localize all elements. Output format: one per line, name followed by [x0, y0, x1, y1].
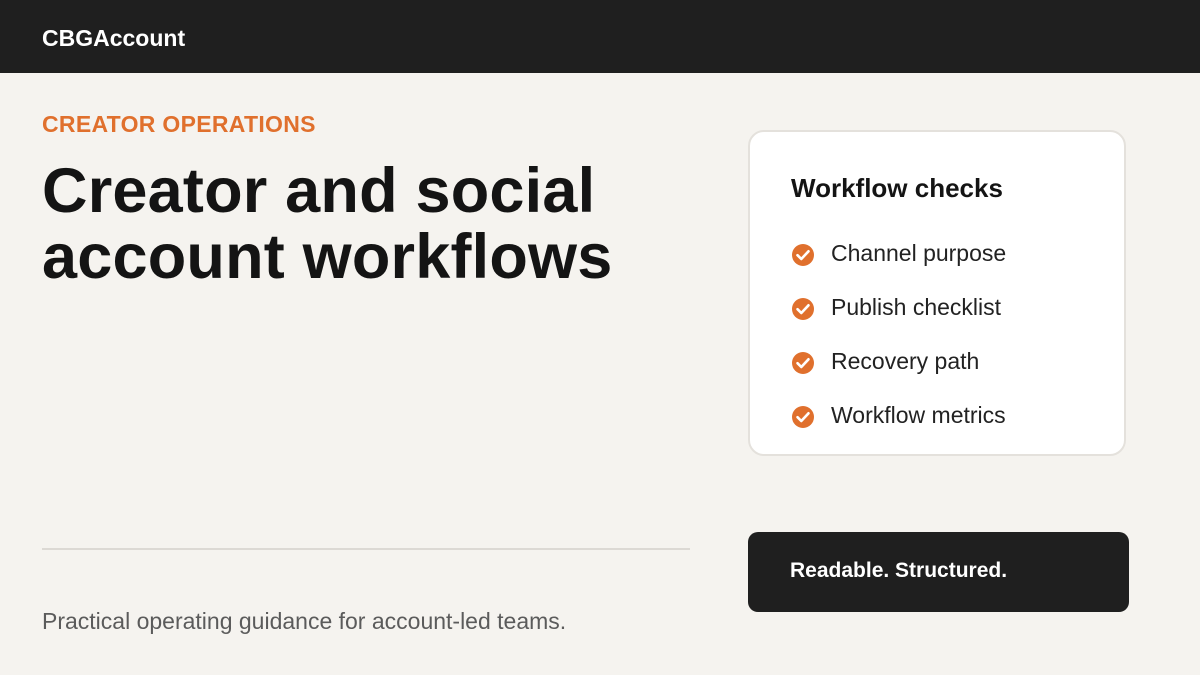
check-circle-icon	[791, 297, 815, 321]
check-circle-icon	[791, 351, 815, 375]
page-title-line-2: account workflows	[42, 222, 613, 292]
check-label: Channel purpose	[831, 240, 1007, 266]
page-title: Creator and social account workflows	[42, 158, 702, 290]
list-item: Recovery path	[791, 334, 1006, 388]
list-item: Publish checklist	[791, 280, 1006, 334]
page-tagline: Practical operating guidance for account…	[42, 608, 567, 634]
summary-banner: Readable. Structured.	[748, 532, 1129, 612]
check-circle-icon	[791, 405, 815, 429]
card-title: Workflow checks	[791, 173, 1003, 203]
section-eyebrow: CREATOR OPERATIONS	[42, 111, 316, 137]
check-circle-icon	[791, 243, 815, 267]
workflow-checks-card: Workflow checks Channel purpose Publish …	[748, 130, 1126, 456]
check-label: Publish checklist	[831, 294, 1002, 320]
check-label: Recovery path	[831, 348, 980, 374]
section-divider	[42, 548, 690, 550]
page-title-line-1: Creator and social	[42, 156, 596, 226]
brand-logo-text[interactable]: CBGAccount	[42, 24, 185, 52]
list-item: Workflow metrics	[791, 388, 1006, 442]
check-label: Workflow metrics	[831, 402, 1006, 428]
workflow-checks-list: Channel purpose Publish checklist Recove…	[791, 226, 1006, 442]
banner-text: Readable. Structured.	[790, 559, 1008, 582]
top-bar: CBGAccount	[0, 0, 1200, 73]
list-item: Channel purpose	[791, 226, 1006, 280]
